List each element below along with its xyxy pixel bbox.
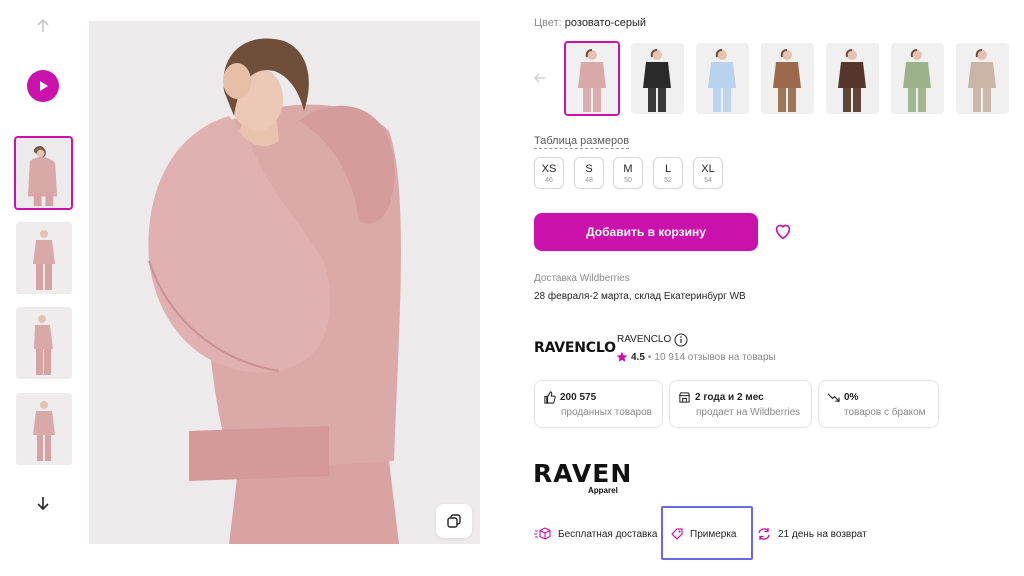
color-swatch-black[interactable] bbox=[631, 43, 684, 114]
box-icon bbox=[534, 527, 551, 540]
stat-value: 200 575 bbox=[560, 392, 597, 403]
color-swatch-beige[interactable] bbox=[956, 43, 1009, 114]
refresh-icon bbox=[758, 528, 770, 540]
favorite-heart-icon[interactable] bbox=[772, 220, 794, 242]
size-ru-label: 50 bbox=[624, 177, 632, 184]
store-icon bbox=[678, 392, 691, 403]
thumbs-up-icon bbox=[544, 391, 556, 404]
product-main-photo[interactable] bbox=[89, 21, 480, 544]
play-icon bbox=[40, 81, 48, 91]
copy-image-button[interactable] bbox=[436, 504, 472, 538]
stat-caption: товаров с браком bbox=[844, 407, 926, 418]
color-label-prefix: Цвет: bbox=[534, 17, 562, 29]
thumbnail-column bbox=[0, 0, 86, 576]
thumbnail-4[interactable] bbox=[16, 393, 72, 465]
scroll-down-arrow-icon[interactable] bbox=[33, 493, 53, 513]
seller-rating-value: 4.5 bbox=[631, 351, 645, 363]
brand-logo[interactable]: RAVEN Apparel bbox=[533, 460, 631, 496]
seller-rating: 4.5 • 10 914 отзывов на товары bbox=[616, 351, 776, 363]
copy-icon bbox=[447, 514, 461, 528]
thumbnail-3[interactable] bbox=[16, 307, 72, 379]
stat-caption: проданных товаров bbox=[561, 407, 652, 418]
size-table-link[interactable]: Таблица размеров bbox=[534, 135, 630, 149]
focus-highlight-box bbox=[661, 506, 753, 560]
star-icon bbox=[616, 351, 628, 362]
perk-label: 21 день на возврат bbox=[778, 528, 867, 540]
color-swatch-sage[interactable] bbox=[891, 43, 944, 114]
rating-separator: • bbox=[647, 351, 652, 363]
stat-caption: продает на Wildberries bbox=[696, 407, 801, 418]
stat-card-sold: 200 575 проданных товаров bbox=[534, 380, 663, 428]
seller-logo[interactable]: RAVENCLO bbox=[534, 340, 616, 356]
size-ru-label: 48 bbox=[585, 177, 593, 184]
stat-value-row: 200 575 bbox=[543, 391, 596, 404]
size-label: L bbox=[664, 163, 672, 175]
brand-subtitle: Apparel bbox=[588, 486, 618, 495]
color-swatch-pink-grey[interactable] bbox=[564, 41, 620, 116]
size-button-m[interactable]: M 50 bbox=[613, 157, 643, 189]
size-button-xl[interactable]: XL 54 bbox=[693, 157, 723, 189]
stat-card-defects: 0% товаров с браком bbox=[818, 380, 939, 428]
stat-card-tenure: 2 года и 2 мес продает на Wildberries bbox=[669, 380, 812, 428]
stat-value: 2 года и 2 мес bbox=[695, 392, 764, 403]
video-play-button[interactable] bbox=[27, 70, 59, 102]
size-ru-label: 46 bbox=[545, 177, 553, 184]
color-swatch-dark-brown[interactable] bbox=[826, 43, 879, 114]
size-button-xs[interactable]: XS 46 bbox=[534, 157, 564, 189]
seller-name[interactable]: RAVENCLO bbox=[617, 334, 671, 345]
delivery-title: Доставка Wildberries bbox=[534, 273, 630, 284]
perk-free-delivery: Бесплатная доставка bbox=[534, 527, 657, 541]
info-icon[interactable] bbox=[674, 333, 688, 347]
size-label: S bbox=[585, 163, 593, 175]
thumbnail-1[interactable] bbox=[14, 136, 73, 210]
size-button-s[interactable]: S 48 bbox=[574, 157, 604, 189]
stat-value: 0% bbox=[844, 392, 859, 403]
size-ru-label: 52 bbox=[664, 177, 672, 184]
scroll-up-arrow-icon[interactable] bbox=[33, 16, 53, 36]
add-to-cart-button[interactable]: Добавить в корзину bbox=[534, 213, 758, 251]
color-prev-arrow-icon[interactable] bbox=[532, 70, 548, 86]
stat-value-row: 0% bbox=[827, 391, 858, 404]
size-label: M bbox=[623, 163, 633, 175]
size-label: XS bbox=[541, 163, 557, 175]
size-button-l[interactable]: L 52 bbox=[653, 157, 683, 189]
perk-return: 21 день на возврат bbox=[756, 527, 867, 541]
color-label: Цвет: розовато-серый bbox=[534, 17, 646, 29]
seller-reviews-count[interactable]: 10 914 отзывов на товары bbox=[654, 352, 775, 363]
color-swatch-light-blue[interactable] bbox=[696, 43, 749, 114]
delivery-date: 28 февраля-2 марта, склад Екатеринбург W… bbox=[534, 291, 746, 302]
trend-down-icon bbox=[827, 393, 840, 402]
brand-name: RAVEN bbox=[533, 459, 633, 488]
color-swatch-camel[interactable] bbox=[761, 43, 814, 114]
thumbnail-2[interactable] bbox=[16, 222, 72, 294]
size-ru-label: 54 bbox=[704, 177, 712, 184]
color-value: розовато-серый bbox=[564, 17, 647, 29]
perk-label: Бесплатная доставка bbox=[558, 528, 658, 540]
size-label: XL bbox=[701, 163, 715, 175]
stat-value-row: 2 года и 2 мес bbox=[678, 391, 764, 404]
